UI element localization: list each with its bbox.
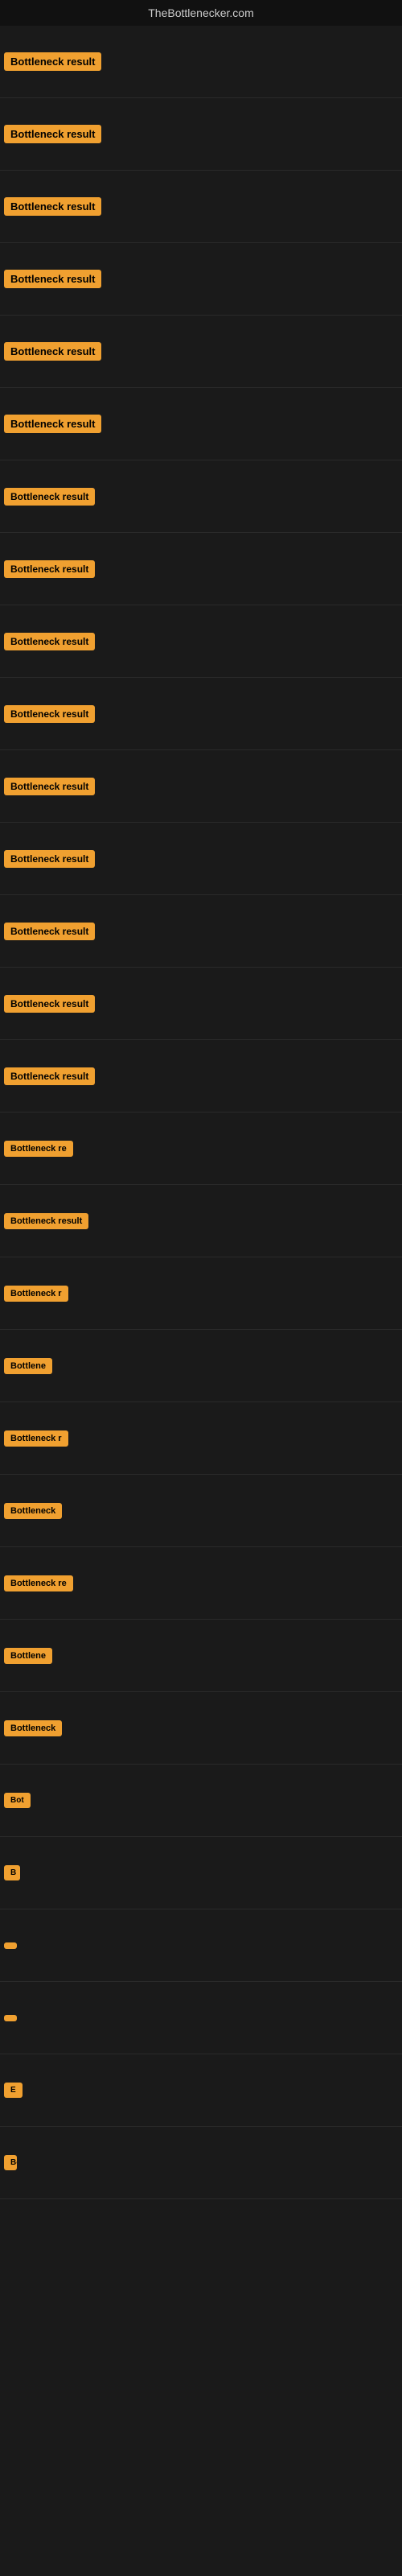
bottleneck-badge: Bottleneck <box>4 1503 62 1519</box>
bottleneck-badge: Bottleneck re <box>4 1575 73 1591</box>
list-item[interactable]: Bottleneck result <box>0 823 402 895</box>
list-item[interactable]: Bottleneck result <box>0 26 402 98</box>
list-item[interactable]: Bottleneck result <box>0 316 402 388</box>
list-item[interactable]: Bottleneck result <box>0 895 402 968</box>
bottleneck-badge: Bott <box>4 2155 17 2170</box>
bottleneck-badge: Bottleneck result <box>4 1067 95 1085</box>
bottleneck-badge: Bottlene <box>4 1358 52 1374</box>
bottleneck-badge: Bottleneck result <box>4 125 101 143</box>
bottleneck-badge: E <box>4 2083 23 2098</box>
items-list: Bottleneck result Bottleneck result Bottle… <box>0 26 402 2199</box>
list-item[interactable] <box>0 1982 402 2054</box>
list-item[interactable]: Bot <box>0 1765 402 1837</box>
list-item[interactable]: Bottleneck result <box>0 171 402 243</box>
bottleneck-badge: Bottleneck re <box>4 1141 73 1157</box>
list-item[interactable]: Bottlene <box>0 1620 402 1692</box>
bottleneck-badge: Bottleneck r <box>4 1286 68 1302</box>
list-item[interactable]: Bottleneck r <box>0 1257 402 1330</box>
list-item[interactable]: Bottleneck result <box>0 388 402 460</box>
bottleneck-badge: Bottleneck result <box>4 705 95 723</box>
list-item[interactable]: Bottleneck <box>0 1475 402 1547</box>
site-title: TheBottlenecker.com <box>0 0 402 26</box>
list-item[interactable]: Bottleneck result <box>0 605 402 678</box>
list-item[interactable]: Bottleneck re <box>0 1547 402 1620</box>
list-item[interactable]: Bottleneck result <box>0 750 402 823</box>
site-title-text: TheBottlenecker.com <box>148 6 254 19</box>
bottleneck-badge: Bottleneck result <box>4 923 95 940</box>
list-item[interactable]: Bottleneck result <box>0 460 402 533</box>
bottleneck-badge: Bottleneck result <box>4 488 95 506</box>
bottleneck-badge: Bottleneck <box>4 1720 62 1736</box>
bottleneck-badge: Bottleneck result <box>4 52 101 71</box>
list-item[interactable]: Bottleneck <box>0 1692 402 1765</box>
bottleneck-badge: Bottleneck result <box>4 197 101 216</box>
list-item[interactable]: Bottleneck result <box>0 98 402 171</box>
bottleneck-badge: Bottleneck r <box>4 1430 68 1447</box>
list-item[interactable]: Bottleneck r <box>0 1402 402 1475</box>
bottleneck-badge: Bottleneck result <box>4 995 95 1013</box>
bottleneck-badge: Bottleneck result <box>4 1213 88 1229</box>
bottleneck-badge: Bot <box>4 1793 31 1808</box>
list-item[interactable]: Bottleneck result <box>0 968 402 1040</box>
list-item[interactable]: E <box>0 2054 402 2127</box>
list-item[interactable]: Bott <box>0 2127 402 2199</box>
bottleneck-badge: Bottleneck result <box>4 342 101 361</box>
bottleneck-badge <box>4 1942 17 1949</box>
list-item[interactable]: B <box>0 1837 402 1909</box>
list-item[interactable]: Bottleneck re <box>0 1113 402 1185</box>
list-item[interactable]: Bottleneck result <box>0 533 402 605</box>
bottleneck-badge: Bottlene <box>4 1648 52 1664</box>
bottleneck-badge: B <box>4 1865 20 1880</box>
list-item[interactable]: Bottlene <box>0 1330 402 1402</box>
bottleneck-badge: Bottleneck result <box>4 270 101 288</box>
list-item[interactable]: Bottleneck result <box>0 243 402 316</box>
list-item[interactable]: Bottleneck result <box>0 1185 402 1257</box>
bottleneck-badge: Bottleneck result <box>4 560 95 578</box>
bottleneck-badge <box>4 2015 17 2021</box>
bottleneck-badge: Bottleneck result <box>4 633 95 650</box>
bottleneck-badge: Bottleneck result <box>4 415 101 433</box>
list-item[interactable]: Bottleneck result <box>0 678 402 750</box>
bottleneck-badge: Bottleneck result <box>4 850 95 868</box>
list-item[interactable] <box>0 1909 402 1982</box>
bottleneck-badge: Bottleneck result <box>4 778 95 795</box>
list-item[interactable]: Bottleneck result <box>0 1040 402 1113</box>
